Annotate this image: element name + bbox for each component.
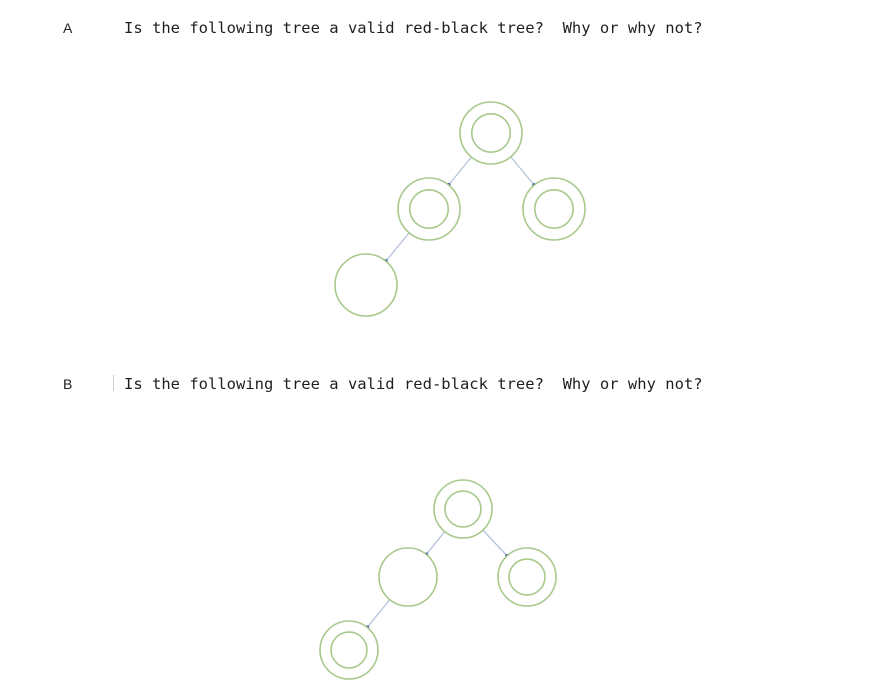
edge-left-to-left-left (385, 232, 410, 262)
tree-node-right-double (522, 177, 586, 241)
edge-root-to-left (425, 531, 446, 555)
edge-root-to-left (448, 156, 472, 186)
node-outer-ring (497, 547, 557, 607)
edge-root-to-right (482, 529, 508, 557)
node-outer-ring (433, 479, 493, 539)
tree-node-right-double (497, 547, 557, 607)
node-outer-ring (459, 101, 523, 165)
edge-root-to-right (510, 156, 535, 186)
tree-node-left-left-double (319, 620, 379, 680)
tree-node-root-double (459, 101, 523, 165)
node-outer-ring (334, 253, 398, 317)
node-outer-ring (378, 547, 438, 607)
tree-a (334, 101, 586, 317)
tree-b (319, 479, 557, 680)
tree-node-root-double (433, 479, 493, 539)
node-outer-ring (522, 177, 586, 241)
tree-node-left-double (397, 177, 461, 241)
node-outer-ring (319, 620, 379, 680)
node-outer-ring (397, 177, 461, 241)
tree-node-left-single (378, 547, 438, 607)
tree-diagrams (319, 101, 586, 680)
edge-left-to-left-left (366, 599, 391, 628)
tree-node-left-left-single (334, 253, 398, 317)
